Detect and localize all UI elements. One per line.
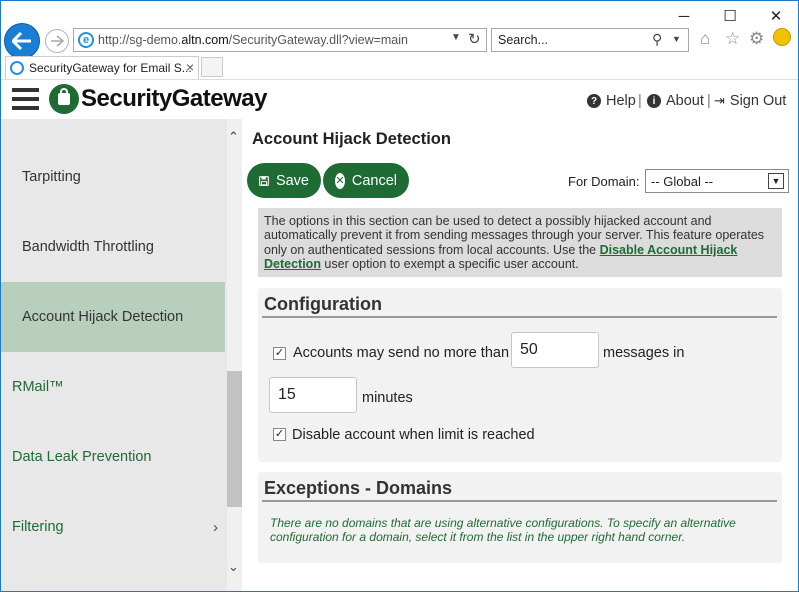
- back-button[interactable]: [4, 23, 40, 59]
- new-tab-button[interactable]: [201, 57, 223, 77]
- disable-account-checkbox[interactable]: ✓: [273, 428, 286, 441]
- settings-gear-icon[interactable]: ⚙: [749, 29, 764, 49]
- sidebar-item-tarpitting[interactable]: Tarpitting: [1, 142, 225, 212]
- forward-arrow-icon: [51, 35, 64, 47]
- sidebar-item-filtering[interactable]: Filtering ›: [1, 492, 225, 562]
- maximize-button[interactable]: ☐: [707, 1, 753, 31]
- sidebar-scrollbar[interactable]: [227, 119, 242, 591]
- hamburger-menu-icon[interactable]: [12, 88, 39, 110]
- browser-tab[interactable]: SecurityGateway for Email S... ×: [5, 56, 199, 79]
- browser-window: ─ ☐ ✕ e http://sg-demo.altn.com/Security…: [0, 0, 799, 592]
- search-dropdown-icon[interactable]: ▼: [672, 34, 681, 44]
- sidebar-item-data-leak-prevention[interactable]: Data Leak Prevention: [1, 422, 225, 492]
- messages-count-input[interactable]: 50: [511, 332, 599, 368]
- ie-page-icon: e: [78, 32, 94, 48]
- configuration-title: Configuration: [264, 294, 382, 314]
- domain-select[interactable]: -- Global -- ▼: [645, 169, 789, 193]
- dropdown-arrow-icon[interactable]: ▼: [451, 32, 461, 43]
- minutes-input[interactable]: 15: [269, 377, 357, 413]
- chevron-right-icon: ›: [213, 518, 218, 536]
- close-window-button[interactable]: ✕: [753, 1, 798, 31]
- home-icon[interactable]: ⌂: [700, 29, 710, 49]
- back-arrow-icon: [12, 32, 31, 50]
- domain-label: For Domain:: [568, 174, 640, 189]
- page-title: Account Hijack Detection: [252, 130, 451, 148]
- refresh-icon[interactable]: ↻: [468, 30, 481, 48]
- messages-in-label: messages in: [603, 345, 685, 361]
- url-text: http://sg-demo.altn.com/SecurityGateway.…: [98, 33, 408, 47]
- cancel-x-icon: ✕: [335, 172, 345, 189]
- cancel-button[interactable]: ✕ Cancel: [323, 163, 409, 198]
- tab-close-icon[interactable]: ×: [186, 59, 194, 75]
- minutes-label: minutes: [362, 390, 413, 406]
- save-button[interactable]: Save: [247, 163, 321, 198]
- exceptions-panel: Exceptions - Domains There are no domain…: [258, 472, 782, 563]
- header-separator: |: [707, 93, 711, 109]
- browser-search-input[interactable]: Search... ⚲ ▼: [491, 28, 689, 52]
- info-box: The options in this section can be used …: [258, 208, 782, 277]
- smiley-feedback-icon[interactable]: [773, 28, 791, 46]
- sidebar-item-bandwidth-throttling[interactable]: Bandwidth Throttling: [1, 212, 225, 282]
- sidebar-item-rmail[interactable]: RMail™: [1, 352, 225, 422]
- sign-out-icon: ⇥: [714, 93, 725, 108]
- search-icon[interactable]: ⚲: [652, 31, 662, 48]
- sign-out-link[interactable]: ⇥ Sign Out: [714, 93, 786, 109]
- info-icon: i: [647, 94, 661, 108]
- address-bar[interactable]: e http://sg-demo.altn.com/SecurityGatewa…: [73, 28, 487, 52]
- forward-button[interactable]: [45, 29, 69, 53]
- panel-divider: [262, 316, 777, 318]
- tab-favicon-icon: [10, 61, 24, 75]
- exceptions-text: There are no domains that are using alte…: [270, 516, 736, 544]
- exceptions-title: Exceptions - Domains: [264, 478, 453, 498]
- help-icon: ?: [587, 94, 601, 108]
- disable-account-label: Disable account when limit is reached: [292, 427, 535, 443]
- scroll-down-icon[interactable]: ⌄: [228, 559, 239, 575]
- tab-title: SecurityGateway for Email S...: [29, 61, 192, 75]
- sidebar-item-account-hijack-detection[interactable]: Account Hijack Detection: [1, 282, 225, 352]
- limit-checkbox[interactable]: ✓: [273, 347, 286, 360]
- favorites-star-icon[interactable]: ☆: [725, 29, 740, 49]
- panel-divider: [262, 500, 777, 502]
- select-arrow-icon: ▼: [768, 173, 784, 189]
- logo-icon: [49, 84, 79, 114]
- scroll-up-icon[interactable]: ⌃: [228, 129, 239, 145]
- minimize-button[interactable]: ─: [661, 1, 707, 31]
- sidebar-scroll-thumb[interactable]: [227, 371, 242, 507]
- save-disk-icon: [259, 175, 269, 186]
- header-separator: |: [638, 93, 642, 109]
- help-link[interactable]: ? Help: [587, 93, 636, 109]
- about-link[interactable]: i About: [647, 93, 704, 109]
- limit-label: Accounts may send no more than: [293, 345, 510, 361]
- app-logo[interactable]: SecurityGateway: [81, 85, 267, 113]
